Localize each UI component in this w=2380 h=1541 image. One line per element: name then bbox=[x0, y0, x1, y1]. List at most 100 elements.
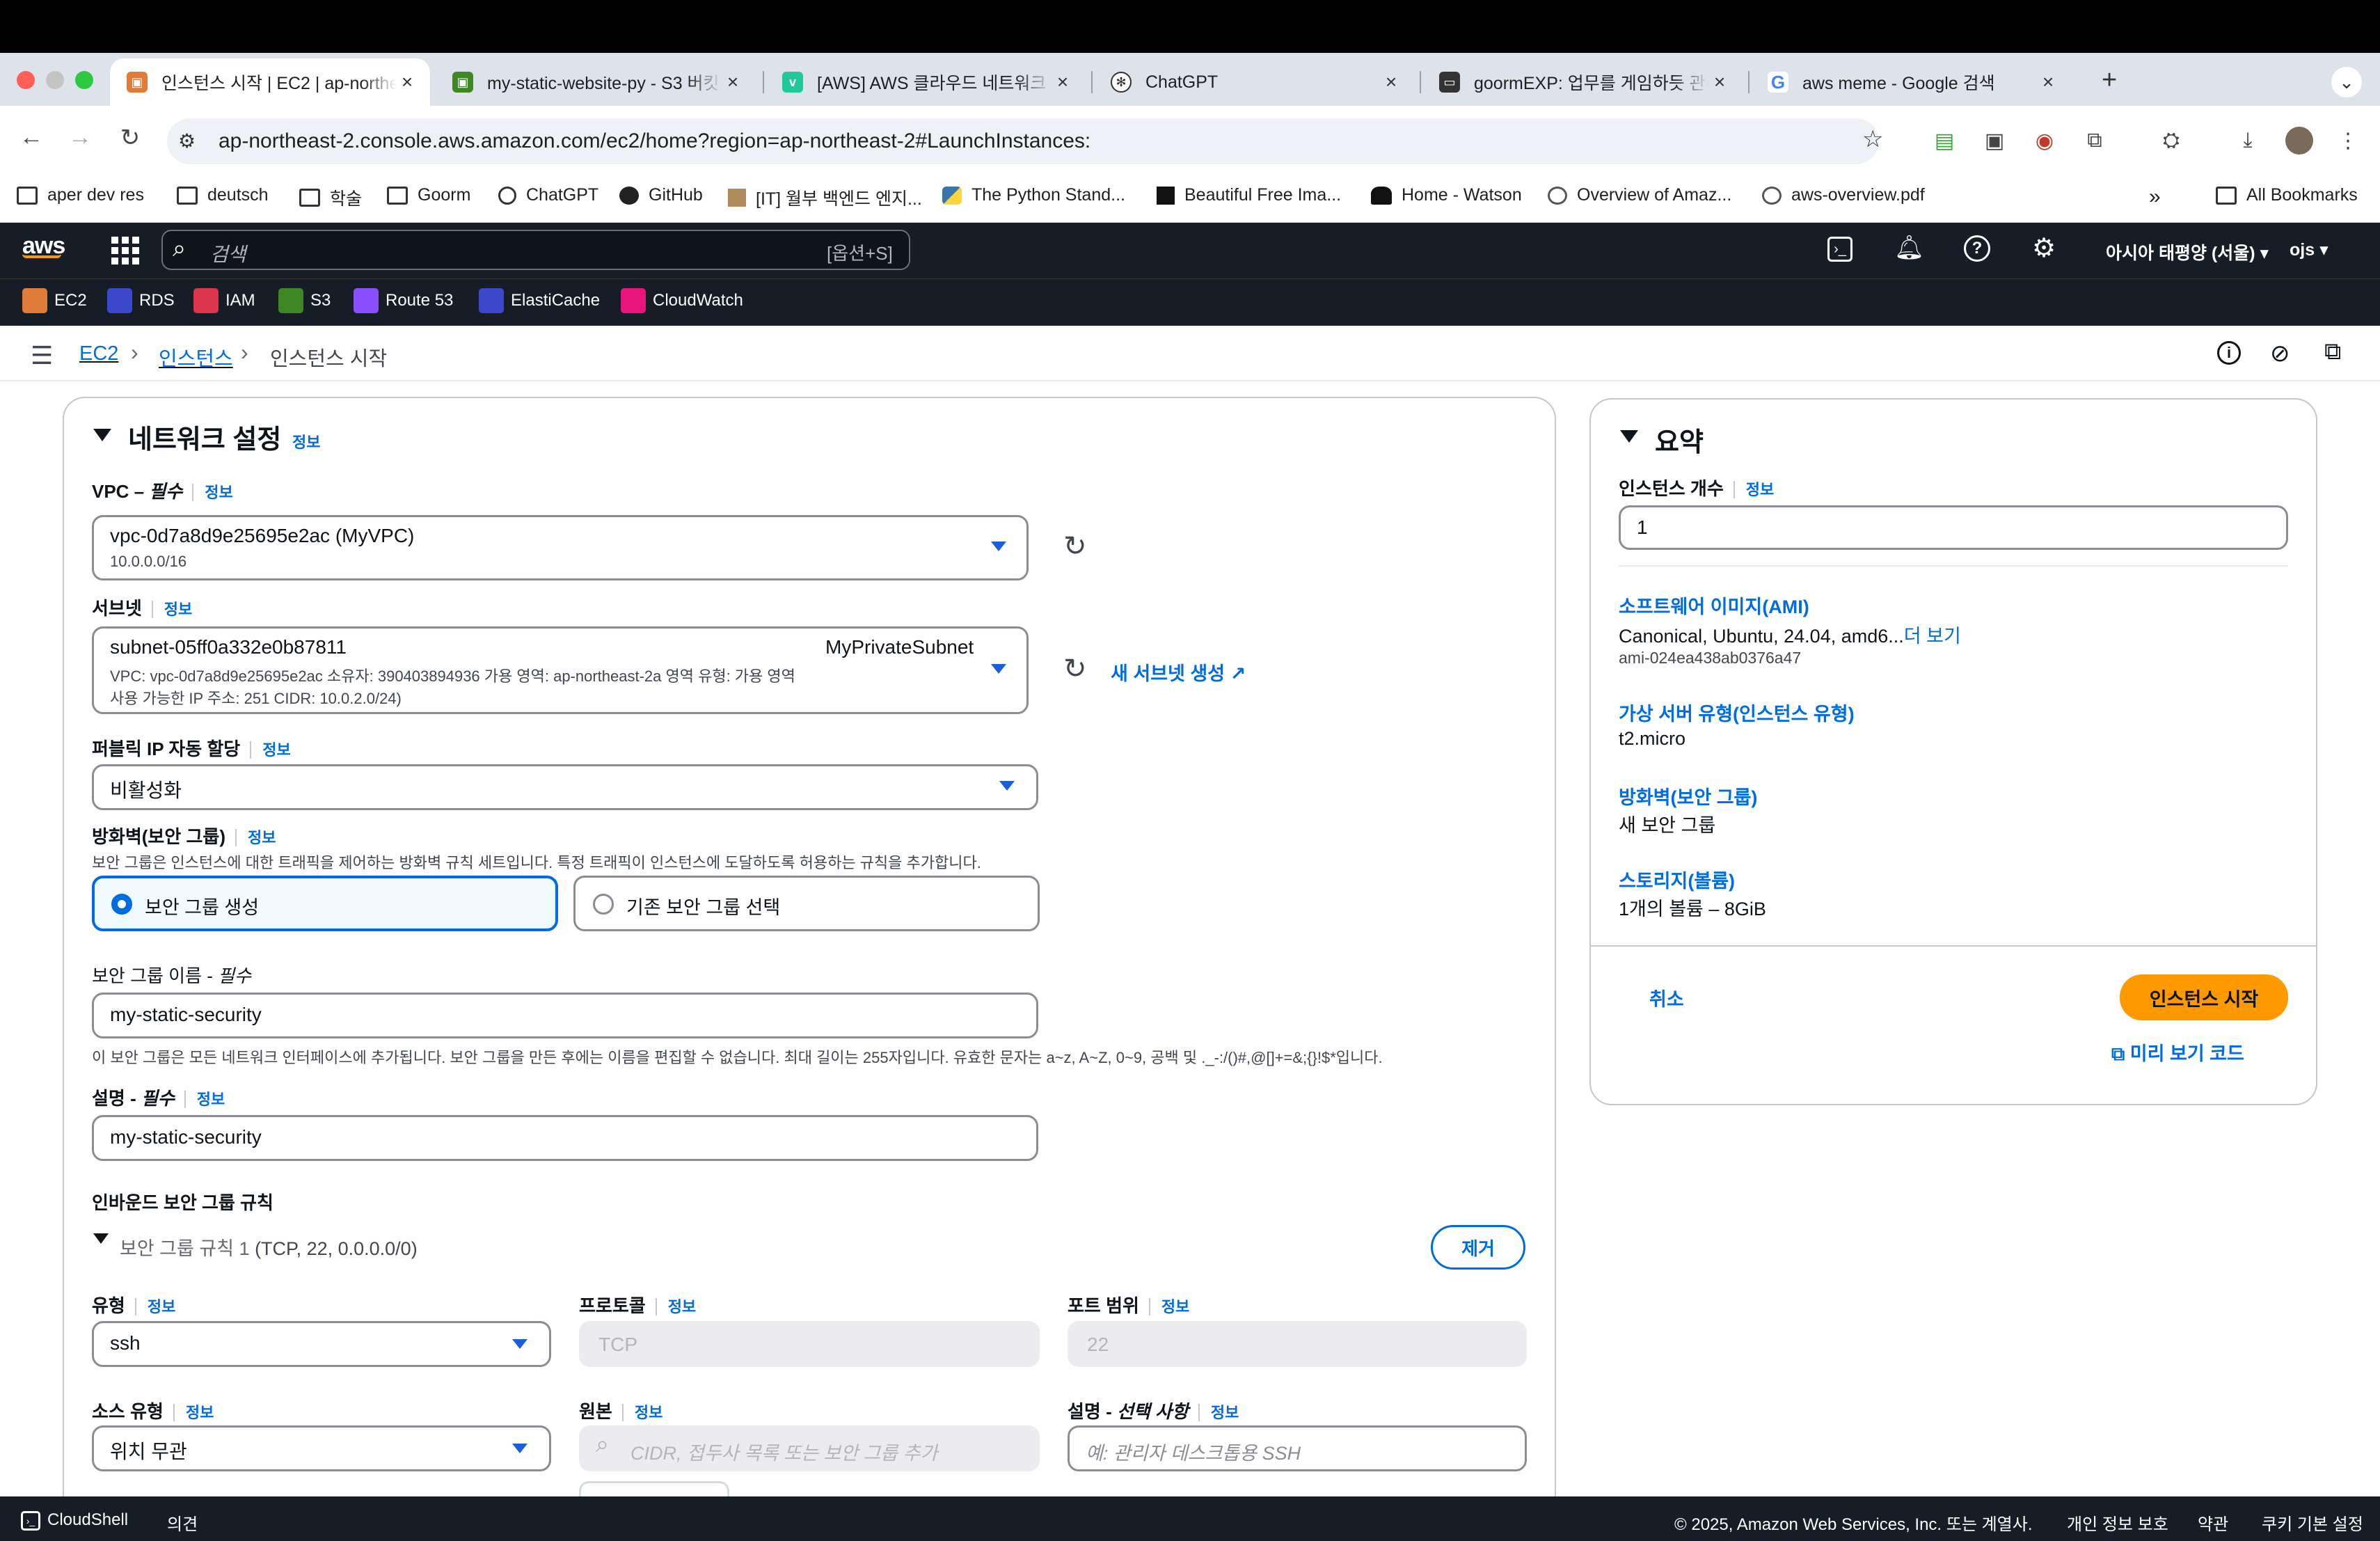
services-grid-icon[interactable] bbox=[111, 237, 139, 264]
close-tab-icon[interactable]: × bbox=[2038, 71, 2058, 93]
source-info-link[interactable]: 정보 bbox=[621, 1404, 663, 1421]
instance-count-input[interactable] bbox=[1619, 505, 2288, 550]
feedback-link[interactable]: 의견 bbox=[167, 1510, 198, 1535]
settings-gear-icon[interactable]: ⚙ bbox=[2032, 232, 2056, 264]
bookmark-star-icon[interactable]: ☆ bbox=[1862, 125, 1883, 153]
close-tab-icon[interactable]: × bbox=[1381, 71, 1402, 93]
storage-link[interactable]: 스토리지(볼륨) bbox=[1619, 866, 1735, 893]
port-info-link[interactable]: 정보 bbox=[1148, 1298, 1190, 1315]
tab-s3[interactable]: ▣ my-static-website-py - S3 버킷 × bbox=[436, 58, 756, 106]
close-tab-icon[interactable]: × bbox=[397, 71, 418, 93]
close-tab-icon[interactable]: × bbox=[1709, 71, 1730, 93]
account-menu[interactable]: ojs ▾ bbox=[2290, 239, 2329, 260]
favorite-cloudwatch[interactable]: CloudWatch bbox=[621, 288, 743, 313]
new-tab-icon[interactable]: + bbox=[2102, 65, 2117, 95]
tab-search-icon[interactable]: ⌄ bbox=[2331, 67, 2362, 97]
profile-avatar[interactable] bbox=[2285, 127, 2313, 155]
bookmark-chatgpt[interactable]: ChatGPT bbox=[498, 185, 598, 205]
extension-2-icon[interactable]: ▣ bbox=[1981, 127, 2008, 155]
instance-count-info-link[interactable]: 정보 bbox=[1733, 481, 1775, 498]
cloudshell-icon[interactable]: ›_ bbox=[1827, 237, 1853, 262]
description-info-link[interactable]: 정보 bbox=[184, 1091, 225, 1108]
bookmark-folder-deutsch[interactable]: deutsch bbox=[177, 185, 269, 205]
firewall-summary-link[interactable]: 방화벽(보안 그룹) bbox=[1619, 782, 1757, 809]
public-ip-select[interactable] bbox=[92, 764, 1038, 810]
bookmark-python[interactable]: The Python Stand... bbox=[942, 185, 1125, 205]
instance-type-link[interactable]: 가상 서버 유형(인스턴스 유형) bbox=[1619, 699, 1855, 726]
close-tab-icon[interactable]: × bbox=[722, 71, 743, 93]
region-selector[interactable]: 아시아 태평양 (서울) ▾ bbox=[2106, 239, 2269, 264]
back-icon[interactable]: ← bbox=[14, 124, 49, 151]
remove-rule-button[interactable]: 제거 bbox=[1431, 1225, 1525, 1270]
bookmark-aws-overview[interactable]: Overview of Amaz... bbox=[1548, 185, 1731, 205]
source-type-info-link[interactable]: 정보 bbox=[173, 1404, 214, 1421]
ami-link[interactable]: 소프트웨어 이미지(AMI) bbox=[1619, 592, 1809, 619]
terms-link[interactable]: 약관 bbox=[2198, 1510, 2228, 1535]
type-info-link[interactable]: 정보 bbox=[134, 1298, 176, 1315]
bookmark-folder-academic[interactable]: 학술 bbox=[299, 185, 362, 210]
summary-collapse-caret-icon[interactable] bbox=[1620, 430, 1638, 443]
extension-1-icon[interactable]: ▤ bbox=[1930, 127, 1958, 155]
preview-code-button[interactable]: ⧉ 미리 보기 코드 bbox=[2111, 1038, 2244, 1066]
privacy-link[interactable]: 개인 정보 보호 bbox=[2067, 1510, 2168, 1535]
close-tab-icon[interactable]: × bbox=[1052, 71, 1073, 93]
forward-icon[interactable]: → bbox=[63, 124, 97, 151]
type-select[interactable] bbox=[92, 1321, 551, 1367]
breadcrumb-instances[interactable]: 인스턴스 bbox=[159, 342, 233, 372]
zoom-window-button[interactable] bbox=[75, 71, 93, 89]
url-text[interactable]: ap-northeast-2.console.aws.amazon.com/ec… bbox=[219, 129, 1090, 153]
firewall-info-link[interactable]: 정보 bbox=[235, 829, 276, 846]
tab-ec2-launch[interactable]: ▣ 인스턴스 시작 | EC2 | ap-northeast-2 × bbox=[110, 58, 430, 106]
tab-velog[interactable]: v [AWS] AWS 클라우드 네트워크 구성 × bbox=[765, 58, 1086, 106]
extensions-puzzle-icon[interactable]: ⧉ bbox=[2081, 127, 2109, 155]
side-menu-icon[interactable]: ☰ bbox=[31, 341, 53, 370]
help-icon[interactable]: ? bbox=[1964, 235, 1990, 262]
favorite-elasticache[interactable]: ElastiCache bbox=[479, 288, 600, 313]
close-window-button[interactable] bbox=[17, 71, 35, 89]
tab-google[interactable]: G aws meme - Google 검색 × bbox=[1751, 58, 2071, 106]
launch-instance-button[interactable]: 인스턴스 시작 bbox=[2120, 974, 2288, 1020]
bookmark-folder-goorm[interactable]: Goorm bbox=[387, 185, 470, 205]
site-info-icon[interactable]: ⚙ bbox=[178, 129, 196, 152]
tutorial-icon[interactable]: ⊘ bbox=[2270, 340, 2290, 368]
refresh-subnet-icon[interactable]: ↻ bbox=[1063, 653, 1087, 685]
refresh-vpc-icon[interactable]: ↻ bbox=[1063, 530, 1087, 562]
extension-3-icon[interactable]: ◉ bbox=[2031, 127, 2058, 155]
network-info-link[interactable]: 정보 bbox=[292, 430, 320, 452]
aws-search-input[interactable] bbox=[161, 230, 910, 270]
vpc-info-link[interactable]: 정보 bbox=[192, 484, 233, 501]
bookmark-github[interactable]: GitHub bbox=[619, 185, 703, 205]
favorite-ec2[interactable]: EC2 bbox=[22, 288, 87, 313]
cloudshell-button[interactable]: ›_ CloudShell bbox=[21, 1510, 128, 1531]
favorite-rds[interactable]: RDS bbox=[107, 288, 175, 313]
favorite-s3[interactable]: S3 bbox=[278, 288, 331, 313]
all-bookmarks[interactable]: All Bookmarks bbox=[2216, 185, 2358, 205]
bookmarks-overflow-icon[interactable]: » bbox=[2149, 185, 2161, 209]
rule-description-info-link[interactable]: 정보 bbox=[1198, 1404, 1239, 1421]
cancel-button[interactable]: 취소 bbox=[1649, 984, 1684, 1011]
protocol-info-link[interactable]: 정보 bbox=[655, 1298, 697, 1315]
minimize-window-button[interactable] bbox=[46, 71, 64, 89]
feedback-screen-icon[interactable]: ⧉ bbox=[2324, 338, 2341, 365]
bookmark-folder-aper[interactable]: aper dev res bbox=[17, 185, 144, 205]
cookie-preferences-link[interactable]: 쿠키 기본 설정 bbox=[2262, 1510, 2363, 1535]
browser-menu-icon[interactable]: ⋮ bbox=[2334, 127, 2362, 155]
tab-chatgpt[interactable]: ✻ ChatGPT × bbox=[1094, 58, 1414, 106]
collapse-caret-icon[interactable] bbox=[93, 429, 111, 441]
notifications-bell-icon[interactable]: 🔔︎ bbox=[1894, 234, 1924, 262]
bookmark-unsplash[interactable]: Beautiful Free Ima... bbox=[1157, 185, 1341, 205]
public-ip-info-link[interactable]: 정보 bbox=[250, 741, 291, 759]
incognito-icon[interactable]: ⛭ bbox=[2157, 127, 2185, 155]
download-icon[interactable]: ⤓ bbox=[2234, 127, 2262, 155]
reload-icon[interactable]: ↻ bbox=[113, 124, 148, 152]
info-panel-icon[interactable]: i bbox=[2217, 341, 2241, 365]
aws-logo[interactable]: aws bbox=[22, 232, 65, 259]
rule-collapse-caret-icon[interactable] bbox=[93, 1233, 109, 1244]
breadcrumb-ec2[interactable]: EC2 bbox=[79, 342, 118, 365]
favorite-route53[interactable]: Route 53 bbox=[354, 288, 453, 313]
favorite-iam[interactable]: IAM bbox=[193, 288, 255, 313]
bookmark-watson[interactable]: Home - Watson bbox=[1371, 185, 1522, 205]
ami-more-link[interactable]: 더 보기 bbox=[1904, 626, 1961, 647]
tab-goormexp[interactable]: ▭ goormEXP: 업무를 게임하듯 관리 × bbox=[1422, 58, 1743, 106]
bookmark-wolbu[interactable]: [IT] 월부 백엔드 엔지... bbox=[728, 185, 922, 210]
